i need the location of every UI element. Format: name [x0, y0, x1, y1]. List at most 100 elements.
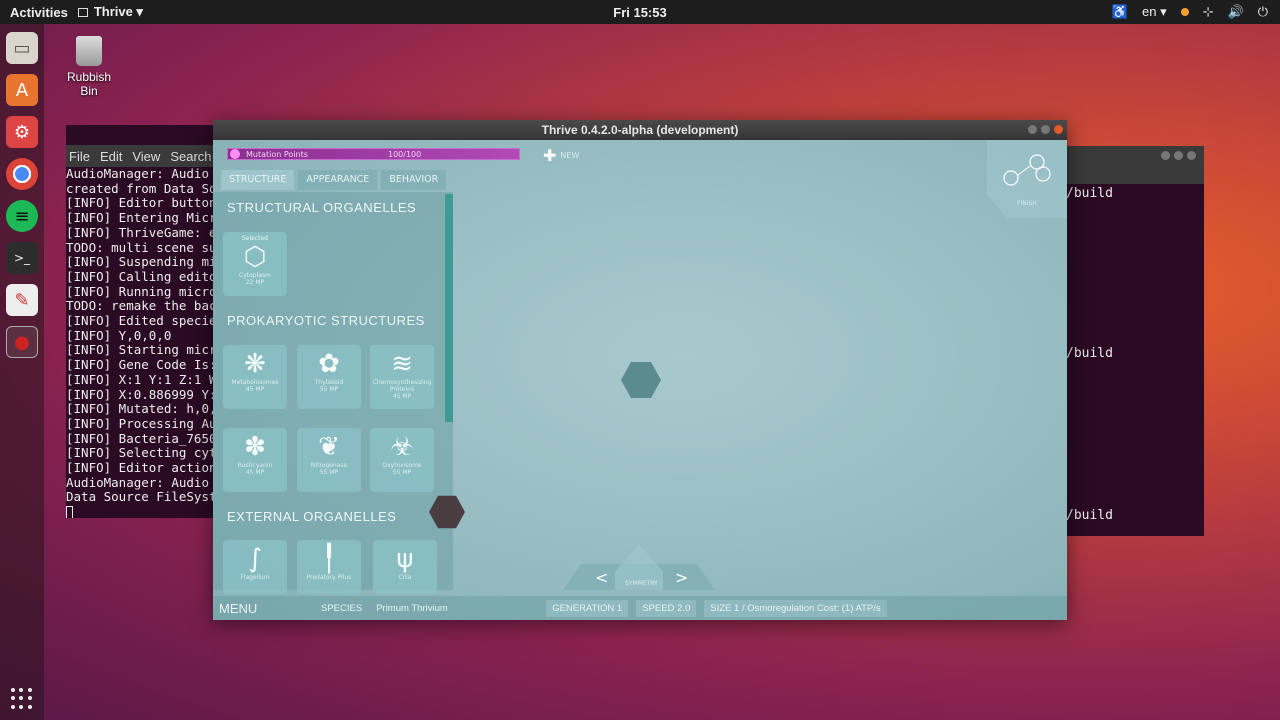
organelle-name: Chemosynthesizing Proteins: [372, 379, 432, 393]
dock: ▭ A ⚙ ≡ >_ ✎ ●: [0, 24, 44, 720]
organelle-name: Metabolosomes: [231, 379, 279, 386]
terminal-window-left[interactable]: File Edit View Search T AudioManager: Au…: [66, 125, 226, 518]
network-icon[interactable]: ⊹: [1203, 4, 1214, 20]
symmetry-control: < > SYMMETRY: [563, 544, 715, 590]
terminal-line: [INFO] Running micro: [66, 283, 217, 299]
organelle-cytoplasm[interactable]: Selected ⬡ Cytoplasm 22 MP: [223, 232, 287, 296]
files-icon[interactable]: ▭: [6, 32, 38, 64]
terminal-line: [INFO] Entering Micr: [66, 210, 217, 226]
section-prokaryotic-structures: PROKARYOTIC STRUCTURES: [227, 313, 425, 328]
organelle-cost: 55 MP: [392, 469, 412, 476]
window-icon: [77, 7, 88, 17]
organelle-name: Rusticyanin: [237, 462, 273, 469]
new-cell-button[interactable]: ✚ NEW: [543, 146, 579, 165]
size-display: SIZE 1 / Osmoregulation Cost: (1) ATP/s: [704, 599, 887, 617]
terminal-line: [INFO] Editor action: [66, 460, 217, 476]
spotify-icon[interactable]: ≡: [6, 200, 38, 232]
terminal-line: /build: [1066, 186, 1113, 201]
organelle-predatory-pilus[interactable]: ╿ Predatory Pilus: [297, 540, 361, 594]
volume-icon[interactable]: 🔊: [1228, 4, 1244, 20]
thrive-dock-icon[interactable]: ●: [6, 326, 38, 358]
terminal-line: [INFO] Editor button: [66, 195, 217, 211]
organelle-cilia[interactable]: ψ Cilia: [373, 540, 437, 594]
organelle-name: Nitrogenase: [310, 462, 348, 469]
minimize-icon[interactable]: [1028, 125, 1037, 134]
terminal-line: [INFO] Selecting cyt: [66, 445, 217, 461]
selected-label: Selected: [241, 235, 268, 242]
rusticyanin-icon: ✽: [244, 432, 266, 462]
close-icon[interactable]: [1054, 125, 1063, 134]
organelle-panel-scrollbar[interactable]: [445, 194, 453, 422]
tab-appearance[interactable]: APPEARANCE: [298, 170, 378, 190]
maximize-icon[interactable]: [1174, 151, 1183, 160]
organelle-cost: 45 MP: [245, 469, 265, 476]
species-name-input[interactable]: Primum Thrivium: [376, 603, 546, 614]
power-icon[interactable]: ⏻: [1258, 4, 1268, 20]
mutation-points-label: Mutation Points: [246, 149, 308, 159]
text-editor-icon[interactable]: ✎: [6, 284, 38, 316]
accessibility-icon[interactable]: ♿: [1112, 4, 1128, 20]
rotate-right-button[interactable]: >: [675, 568, 688, 587]
organelle-thylakoid[interactable]: ✿ Thylakoid 55 MP: [297, 345, 361, 409]
menu-view[interactable]: View: [132, 149, 160, 164]
organelle-flagellum[interactable]: ∫ Flagellum: [223, 540, 287, 594]
activities-button[interactable]: Activities: [0, 5, 78, 20]
finish-button[interactable]: FINISH: [987, 140, 1067, 218]
thrive-window: Thrive 0.4.2.0-alpha (development) Mutat…: [213, 120, 1067, 620]
finish-icon: [1003, 154, 1051, 186]
plus-icon: ✚: [543, 146, 557, 165]
rotate-left-button[interactable]: <: [595, 568, 608, 587]
cell-cytoplasm-hex[interactable]: [621, 362, 661, 398]
terminal-line: AudioManager: Audio: [66, 474, 209, 490]
top-bar: Activities Thrive ▾ Fri 15:53 ♿ en ▾ ⊹ 🔊…: [0, 0, 1280, 24]
terminal-line: [INFO] Suspending mi: [66, 254, 217, 270]
section-external-organelles: EXTERNAL ORGANELLES: [227, 509, 397, 524]
organelle-rusticyanin[interactable]: ✽ Rusticyanin 45 MP: [223, 428, 287, 492]
software-center-icon[interactable]: A: [6, 74, 38, 106]
menu-edit[interactable]: Edit: [100, 149, 122, 164]
mutation-points-bar: Mutation Points 100/100: [227, 148, 520, 160]
thrive-titlebar[interactable]: Thrive 0.4.2.0-alpha (development): [213, 120, 1067, 140]
tab-structure[interactable]: STRUCTURE: [221, 170, 295, 190]
maximize-icon[interactable]: [1041, 125, 1050, 134]
organelle-chemosynthesizing-proteins[interactable]: ≋ Chemosynthesizing Proteins 45 MP: [370, 345, 434, 409]
metabolosomes-icon: ❋: [244, 349, 266, 379]
organelle-cost: 45 MP: [392, 393, 412, 400]
organelle-nitrogenase[interactable]: ❦ Nitrogenase 55 MP: [297, 428, 361, 492]
close-icon[interactable]: [1187, 151, 1196, 160]
terminal-window-right[interactable]: /build /build /build: [1060, 146, 1204, 536]
section-structural-organelles: STRUCTURAL ORGANELLES: [227, 200, 417, 215]
menu-search[interactable]: Search: [170, 149, 211, 164]
show-applications-icon[interactable]: [11, 688, 33, 710]
terminal-line: [INFO] Bacteria_7650: [66, 430, 217, 446]
editor-canvas[interactable]: Mutation Points 100/100 ✚ NEW STRUCTURE …: [213, 140, 1067, 620]
chrome-icon[interactable]: [6, 158, 38, 190]
organelle-oxytoxisome[interactable]: ☣ Oxytoxisome 55 MP: [370, 428, 434, 492]
terminal-line: [INFO] X:0.886999 Y:: [66, 386, 217, 402]
clock[interactable]: Fri 15:53: [0, 5, 1280, 20]
app-menu-label: Thrive ▾: [93, 4, 143, 19]
terminal-line: created from Data So: [66, 180, 217, 196]
oxytoxisome-icon: ☣: [390, 432, 414, 462]
tab-behavior[interactable]: BEHAVIOR: [381, 170, 447, 190]
menu-button[interactable]: MENU: [213, 601, 321, 616]
flagellum-icon: ∫: [248, 544, 262, 574]
mutation-points-icon: [230, 149, 240, 159]
terminal-icon[interactable]: >_: [6, 242, 38, 274]
menu-file[interactable]: File: [69, 149, 90, 164]
system-tray: ♿ en ▾ ⊹ 🔊 ⏻: [1112, 0, 1268, 24]
symmetry-label: SYMMETRY: [625, 580, 658, 587]
minimize-icon[interactable]: [1161, 151, 1170, 160]
language-selector[interactable]: en ▾: [1142, 4, 1167, 20]
settings-icon[interactable]: ⚙: [6, 116, 38, 148]
finish-label: FINISH: [1017, 200, 1037, 207]
app-menu[interactable]: Thrive ▾: [77, 4, 143, 20]
organelle-metabolosomes[interactable]: ❋ Metabolosomes 45 MP: [223, 345, 287, 409]
chemosynthesizing-proteins-icon: ≋: [391, 349, 413, 379]
nitrogenase-icon: ❦: [318, 432, 340, 462]
window-controls: [1161, 151, 1196, 160]
editor-tabs: STRUCTURE APPEARANCE BEHAVIOR: [221, 170, 447, 190]
predatory-pilus-icon: ╿: [321, 544, 337, 574]
update-indicator-icon[interactable]: [1180, 8, 1189, 16]
rubbish-bin-desktop-icon[interactable]: Rubbish Bin: [60, 36, 118, 98]
